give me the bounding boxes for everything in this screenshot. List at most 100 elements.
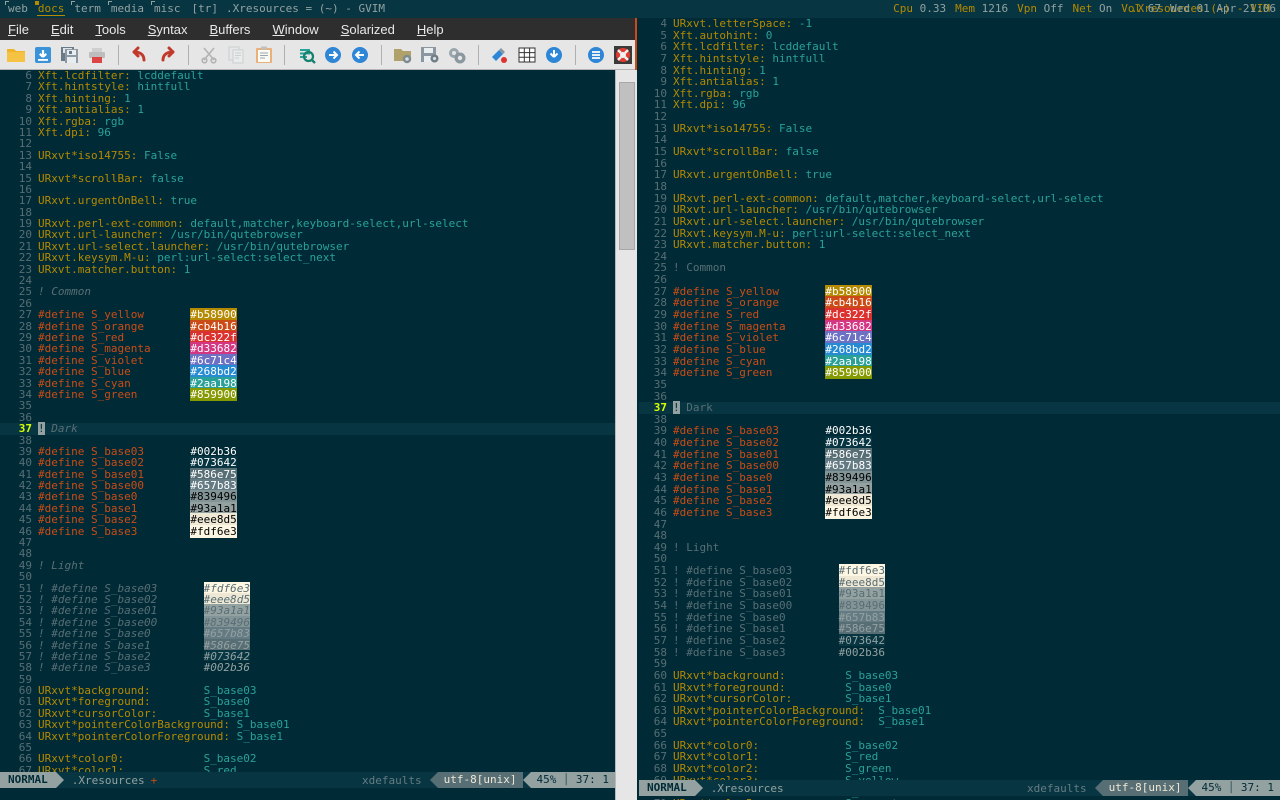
save-icon[interactable] [31,42,54,68]
terminal-vim-buffer[interactable]: 4 URxvt.letterSpace: -1 5 Xft.autohint: 06X… [639,18,1280,800]
term-mode-arrow [694,780,703,796]
gvim-position: 45% ⏐ 37: 1 [530,772,615,788]
editor-line[interactable]: 36 [0,411,615,423]
find-icon[interactable] [294,42,317,68]
editor-line[interactable]: 13 URxvt*iso14755: False [0,149,615,161]
workspace-tag-misc[interactable]: misc [149,0,186,18]
line-number: 37 [18,422,32,436]
editor-line[interactable]: 35 [639,379,1280,391]
editor-line[interactable]: 24 [639,251,1280,263]
print-icon[interactable] [86,42,109,68]
editor-line[interactable]: 58! #define S_base3 #002b36 [0,661,615,675]
editor-line[interactable]: 36 [639,390,1280,403]
editor-line[interactable]: 17 URxvt.urgentOnBell: true [639,169,1280,181]
save-all-icon[interactable] [59,42,82,68]
options-icon[interactable] [584,42,607,68]
editor-line[interactable]: 15 URxvt*scrollBar: false [639,146,1280,158]
menu-item-file[interactable]: File [8,22,29,37]
terminal-vim-window[interactable]: 4 URxvt.letterSpace: -1 5 Xft.autohint: 06X… [639,18,1280,800]
layout-indicator[interactable]: [tr] [186,0,225,18]
make-icon[interactable] [488,42,511,68]
editor-line[interactable]: 64 URxvt*pointerColorForeground: S_base1 [0,730,615,742]
gvim-text-buffer[interactable]: 6 Xft.lcdfilter: lcddefault 7 Xft.hintstyle… [0,70,615,800]
line-segment: #define S_base3 [38,524,138,538]
gvim-scrollbar[interactable] [615,70,637,800]
editor-line[interactable]: 34 #define S_green #859900 [0,387,615,401]
workspace-tag-docs[interactable]: docs [33,0,70,18]
line-number: 22 [18,251,32,265]
gvim-window[interactable]: File Edit Tools Syntax Buffers Window Solarize… [0,18,637,800]
tag-jump-icon[interactable] [515,42,538,68]
line-text: Xft.dpi: 96 [673,99,1280,111]
gvim-editor-area[interactable]: 6 Xft.lcdfilter: lcddefault 7 Xft.hintstyle… [0,70,637,800]
line-text: URxvt*pointerColorForeground: S_base1 [673,716,1280,728]
menu-item-syntax[interactable]: Syntax [148,22,188,37]
editor-line[interactable]: 35 [0,400,615,412]
gvim-toolbar[interactable] [0,40,635,70]
line-number: 43 [653,470,667,484]
editor-line[interactable]: 46 #define S_base3 #fdf6e3 [0,524,615,538]
editor-line[interactable]: 15 URxvt*scrollBar: false [0,171,615,185]
menu-item-buffers[interactable]: Buffers [209,22,250,37]
help-icon[interactable] [612,42,635,68]
cut-icon [197,42,220,68]
workspace-tag-web[interactable]: web [3,0,33,18]
workspace-tag-media[interactable]: media [106,0,149,18]
editor-line[interactable]: 48 [639,530,1280,542]
line-segment: false [778,145,819,159]
line-text: Xft.antialias: 1 [673,76,1280,88]
editor-line[interactable]: 24 [0,275,615,287]
line-padding [137,388,190,401]
editor-line[interactable]: 49! Light [0,559,615,571]
terminal-vim-line-list[interactable]: 4 URxvt.letterSpace: -1 5 Xft.autohint: 06X… [639,18,1280,800]
run-script-icon[interactable] [446,42,469,68]
editor-line[interactable]: 37! Dark [0,422,615,436]
stat-label: Cpu [893,2,920,15]
paste-icon[interactable] [252,42,275,68]
editor-line[interactable]: 58! #define S_base3 #002b36 [639,645,1280,659]
save-session-icon[interactable] [418,42,441,68]
editor-line[interactable]: 17 URxvt.urgentOnBell: true [0,195,615,207]
load-session-icon[interactable] [391,42,414,68]
editor-line[interactable]: 46 #define S_base3 #fdf6e3 [639,505,1280,519]
menu-item-help[interactable]: Help [417,22,444,37]
gvim-menubar[interactable]: File Edit Tools Syntax Buffers Window Solarize… [0,18,635,40]
editor-line[interactable]: 37! Dark [639,401,1280,415]
line-number: 27 [18,308,32,322]
workspace-tags[interactable]: web docs term media misc [0,0,186,18]
redo-icon[interactable] [155,42,178,68]
editor-line[interactable]: 34 #define S_green #859900 [639,366,1280,380]
editor-line[interactable]: 47 [0,537,615,549]
find-next-icon[interactable] [321,42,344,68]
open-folder-icon[interactable] [4,42,27,68]
editor-line[interactable]: 23 URxvt.matcher.button: 1 [639,239,1280,251]
find-previous-icon[interactable] [349,42,372,68]
gvim-encoding: utf-8[unix] [437,772,523,788]
editor-line[interactable]: 25! Common [0,286,615,298]
menu-item-edit[interactable]: Edit [51,22,73,37]
menu-item-window[interactable]: Window [272,22,318,37]
line-segment: false [143,171,184,185]
line-text: ! #define S_base3 #002b36 [673,645,1280,659]
editor-line[interactable]: 64 URxvt*pointerColorForeground: S_base1 [639,716,1280,728]
gvim-command-line[interactable] [0,788,615,800]
line-text: URxvt*iso14755: False [38,150,615,161]
gvim-scrollbar-thumb[interactable] [619,82,635,250]
editor-line[interactable]: 13 URxvt*iso14755: False [639,122,1280,135]
menu-item-solarized[interactable]: Solarized [341,22,395,37]
workspace-tag-term[interactable]: term [69,0,106,18]
editor-line[interactable]: 11 Xft.dpi: 96 [0,127,615,139]
line-number: 54 [653,599,667,613]
gvim-chevron-2 [522,772,531,788]
editor-line[interactable]: 23 URxvt.matcher.button: 1 [0,263,615,275]
editor-line[interactable]: 47 [639,518,1280,531]
menu-item-tools[interactable]: Tools [95,22,125,37]
editor-line[interactable]: 49! Light [639,542,1280,554]
editor-line[interactable]: 25! Common [639,262,1280,274]
editor-line[interactable]: 48 [0,548,615,560]
undo-icon[interactable] [128,42,151,68]
editor-line[interactable]: 11 Xft.dpi: 96 [639,99,1280,111]
download-icon[interactable] [542,42,565,68]
gvim-line-list[interactable]: 6 Xft.lcdfilter: lcddefault 7 Xft.hintstyle… [0,70,615,799]
stat-label: Vpn [1017,2,1044,15]
